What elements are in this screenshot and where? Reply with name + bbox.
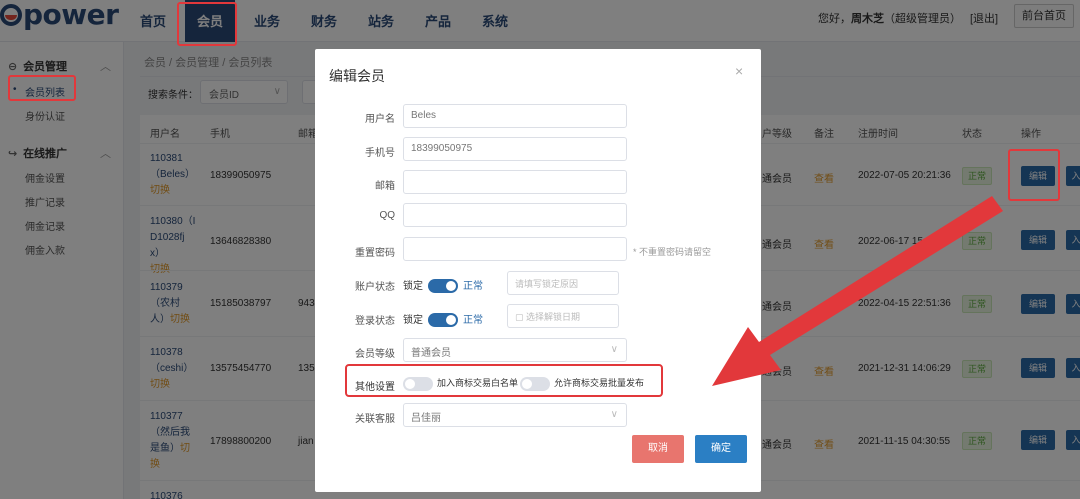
service-value: 吕佳丽 [411,413,441,424]
chevron-down-icon: ∨ [610,344,618,355]
date-placeholder: 选择解锁日期 [526,312,581,322]
login-status-switch[interactable]: 锁定 正常 [403,311,483,328]
unlock-date-input[interactable]: ▢ 选择解锁日期 [507,304,619,328]
account-status-switch[interactable]: 锁定 正常 [403,277,483,294]
username-label: 用户名 [365,114,395,125]
calendar-icon: ▢ [515,312,527,322]
username-input[interactable]: Beles [403,104,627,128]
edit-member-dialog: 编辑会员 × 用户名 Beles 手机号 18399050975 邮箱 QQ 重… [315,49,761,492]
dialog-title: 编辑会员 [329,68,385,84]
level-value: 普通会员 [411,348,451,359]
password-hint: * 不重置密码请留空 [633,247,712,257]
close-icon[interactable]: × [735,63,743,79]
phone-input[interactable]: 18399050975 [403,137,627,161]
phone-label: 手机号 [365,148,395,159]
qq-input[interactable] [403,203,627,227]
password-input[interactable] [403,237,627,261]
lock-reason-input[interactable]: 请填写锁定原因 [507,271,619,295]
email-label: 邮箱 [375,181,395,192]
normal-text: 正常 [463,281,483,292]
login-status-label: 登录状态 [355,316,395,327]
confirm-button[interactable]: 确定 [695,435,747,463]
lock-text: 锁定 [403,315,423,326]
email-input[interactable] [403,170,627,194]
level-label: 会员等级 [355,349,395,360]
qq-label: QQ [379,210,395,221]
cancel-button[interactable]: 取消 [632,435,684,463]
account-status-label: 账户状态 [355,282,395,293]
service-label: 关联客服 [355,414,395,425]
level-select[interactable]: 普通会员 ∨ [403,338,627,362]
highlight-box [345,364,663,397]
toggle-switch[interactable] [428,279,458,294]
normal-text: 正常 [463,315,483,326]
chevron-down-icon: ∨ [610,409,618,420]
service-select[interactable]: 吕佳丽 ∨ [403,403,627,427]
toggle-switch[interactable] [428,313,458,328]
password-label: 重置密码 [355,248,395,259]
lock-text: 锁定 [403,281,423,292]
